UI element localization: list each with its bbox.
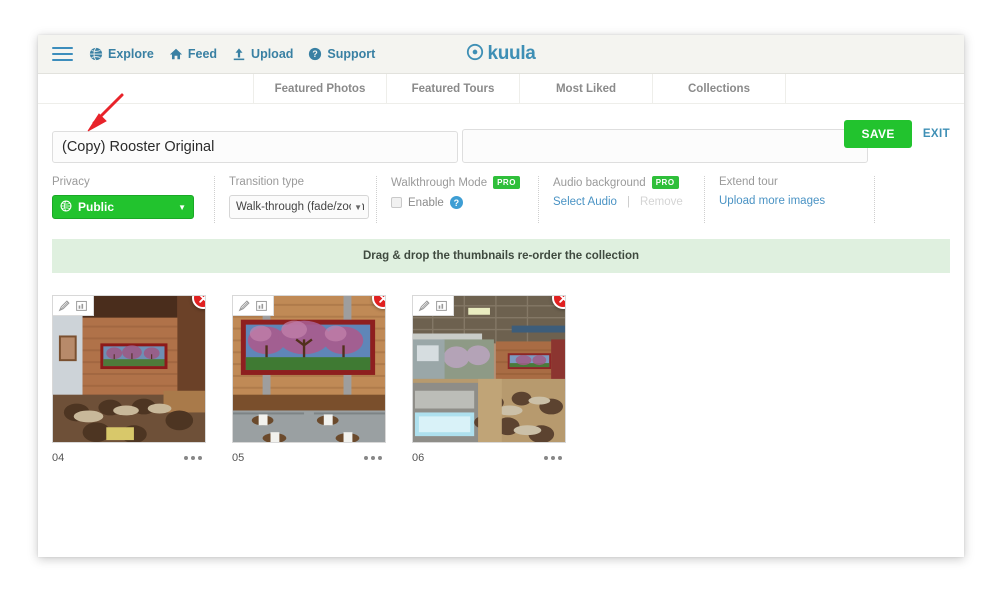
nav-links: Explore Feed Upload ? Support <box>89 47 375 61</box>
brand-logo[interactable]: kuula <box>466 43 536 66</box>
privacy-value: Public <box>78 200 115 214</box>
nav-label-feed: Feed <box>187 47 218 61</box>
globe-icon <box>89 47 103 61</box>
thumbnail-tools <box>53 296 94 316</box>
option-transition-type: Transition type Walk-through (fade/zoom … <box>215 176 377 223</box>
option-privacy: Privacy Public ▼ <box>52 176 215 223</box>
chevron-down-icon: ▼ <box>178 202 186 212</box>
tour-options-row: Privacy Public ▼ Transition type Walk-th… <box>52 176 950 223</box>
audio-label-row: Audio background PRO <box>553 176 691 189</box>
thumbnail-footer: 05 <box>232 452 386 464</box>
question-mark-icon[interactable]: ? <box>449 196 463 209</box>
thumbnail-card[interactable]: 06 <box>412 295 566 464</box>
brand-name: kuula <box>487 43 536 64</box>
thumbnail-label: 04 <box>52 452 65 464</box>
option-audio-background: Audio background PRO Select Audio | Remo… <box>539 176 705 223</box>
more-dots-icon[interactable] <box>542 452 564 464</box>
thumbnail-artwork <box>233 296 385 442</box>
thumbnail-image-06[interactable] <box>412 295 566 443</box>
transition-label: Transition type <box>229 176 304 188</box>
stats-bar-icon[interactable] <box>255 299 268 312</box>
thumbnail-image-04[interactable] <box>52 295 206 443</box>
option-extend-tour: Extend tour Upload more images <box>705 176 875 223</box>
nav-item-feed[interactable]: Feed <box>169 47 217 61</box>
question-circle-icon: ? <box>308 47 322 61</box>
close-x-icon <box>198 296 205 304</box>
extend-tour-actions: Upload more images <box>719 195 861 207</box>
upload-more-images-link[interactable]: Upload more images <box>719 195 825 207</box>
transition-select[interactable]: Walk-through (fade/zoom ▼ <box>229 195 369 219</box>
kuula-editor-window: Explore Feed Upload ? Support kuula Feat… <box>38 35 964 557</box>
close-x-icon <box>558 296 565 304</box>
thumbnail-label: 06 <box>412 452 425 464</box>
nav-item-explore[interactable]: Explore <box>89 47 154 61</box>
exit-link[interactable]: EXIT <box>923 128 950 140</box>
stats-bar-icon[interactable] <box>75 299 88 312</box>
tab-bar: Featured Photos Featured Tours Most Like… <box>38 74 964 104</box>
home-icon <box>169 47 183 61</box>
thumbnail-image-05[interactable] <box>232 295 386 443</box>
walkthrough-enable-checkbox[interactable] <box>391 197 402 208</box>
globe-icon <box>60 200 72 215</box>
thumbnail-card[interactable]: 04 <box>52 295 206 464</box>
privacy-select[interactable]: Public ▼ <box>52 195 194 219</box>
description-input[interactable] <box>462 129 869 163</box>
walkthrough-enable-row: Enable ? <box>391 196 525 209</box>
remove-audio-link: Remove <box>639 196 683 208</box>
thumbnail-footer: 04 <box>52 452 206 464</box>
walkthrough-label-row: Walkthrough Mode PRO <box>391 176 525 189</box>
top-navigation-bar: Explore Feed Upload ? Support kuula <box>38 35 964 74</box>
nav-item-support[interactable]: ? Support <box>308 47 375 61</box>
thumbnail-artwork <box>413 296 565 442</box>
pro-badge: PRO <box>651 176 679 189</box>
thumbnail-artwork <box>53 296 205 442</box>
edit-pencil-icon[interactable] <box>418 299 431 312</box>
option-divider <box>874 176 875 223</box>
pro-badge: PRO <box>493 176 520 189</box>
select-audio-link[interactable]: Select Audio <box>553 196 617 208</box>
stats-bar-icon[interactable] <box>435 299 448 312</box>
thumbnail-card[interactable]: 05 <box>232 295 386 464</box>
chevron-down-icon: ▼ <box>351 202 362 212</box>
editor-header: SAVE EXIT <box>38 104 964 163</box>
edit-pencil-icon[interactable] <box>58 299 71 312</box>
close-x-icon <box>378 296 385 304</box>
thumbnail-tools <box>413 296 454 316</box>
svg-text:?: ? <box>313 49 318 59</box>
nav-label-upload: Upload <box>251 47 294 61</box>
walkthrough-label: Walkthrough Mode <box>391 176 488 189</box>
kuula-circle-dot-icon <box>466 43 484 66</box>
extend-tour-label: Extend tour <box>719 176 778 188</box>
more-dots-icon[interactable] <box>182 452 204 464</box>
tab-featured-photos[interactable]: Featured Photos <box>254 74 387 103</box>
hamburger-menu-icon[interactable] <box>52 47 73 61</box>
tab-collections[interactable]: Collections <box>653 74 786 103</box>
upload-icon <box>232 47 246 61</box>
edit-pencil-icon[interactable] <box>238 299 251 312</box>
option-walkthrough-mode: Walkthrough Mode PRO Enable ? <box>377 176 539 223</box>
tab-featured-tours[interactable]: Featured Tours <box>387 74 520 103</box>
thumbnail-label: 05 <box>232 452 245 464</box>
editor-actions: SAVE EXIT <box>844 120 950 148</box>
tab-most-liked[interactable]: Most Liked <box>520 74 653 103</box>
tab-bar-spacer <box>38 74 254 103</box>
thumbnail-grid: 04 05 06 <box>52 295 964 464</box>
nav-label-support: Support <box>327 47 376 61</box>
thumbnail-footer: 06 <box>412 452 566 464</box>
save-button[interactable]: SAVE <box>844 120 912 148</box>
walkthrough-enable-label: Enable <box>408 196 444 209</box>
audio-actions: Select Audio | Remove <box>553 196 691 208</box>
transition-value: Walk-through (fade/zoom <box>236 201 365 213</box>
nav-label-explore: Explore <box>108 47 154 61</box>
privacy-label: Privacy <box>52 176 90 188</box>
drag-drop-banner: Drag & drop the thumbnails re-order the … <box>52 239 950 273</box>
link-separator: | <box>626 196 630 208</box>
audio-label: Audio background <box>553 176 646 189</box>
title-input[interactable] <box>52 130 458 163</box>
thumbnail-tools <box>233 296 274 316</box>
nav-item-upload[interactable]: Upload <box>232 47 293 61</box>
more-dots-icon[interactable] <box>362 452 384 464</box>
